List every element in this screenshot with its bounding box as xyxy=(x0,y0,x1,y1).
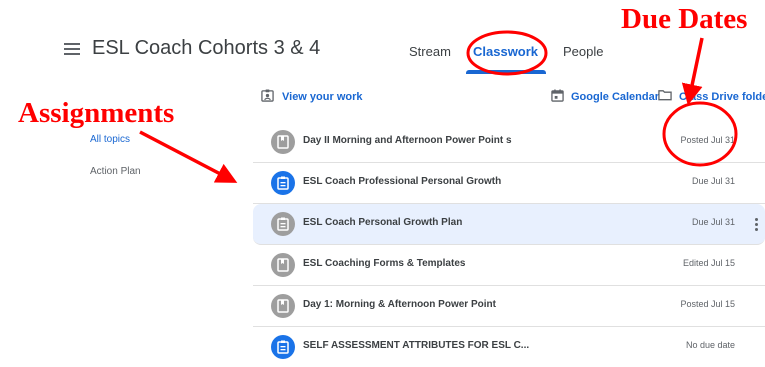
due-dates-annotation: Due Dates xyxy=(621,3,748,35)
classwork-tab-highlight-circle xyxy=(466,30,548,76)
assignments-arrow xyxy=(139,130,238,183)
assignments-annotation: Assignments xyxy=(18,97,175,129)
annotation-overlay xyxy=(139,30,738,183)
due-dates-arrow xyxy=(681,37,704,106)
posted-date-highlight-circle xyxy=(662,101,738,167)
